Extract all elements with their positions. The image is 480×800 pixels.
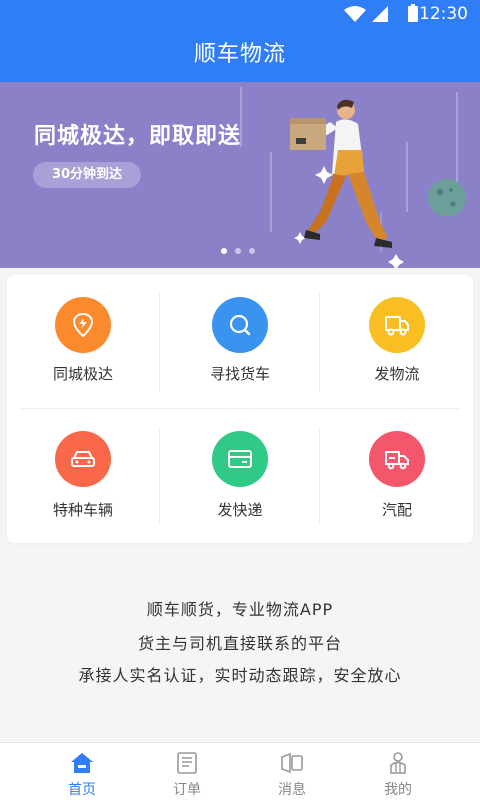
tab-label: 消息 (278, 782, 306, 798)
carousel-dot[interactable] (221, 248, 227, 254)
profile-icon (390, 752, 406, 774)
service-ship-logistics[interactable]: 发物流 (321, 275, 473, 409)
status-time: 12:30 (419, 4, 468, 24)
status-bar: 12:30 (0, 0, 480, 28)
truck-icon (369, 297, 425, 353)
carousel-dot[interactable] (235, 248, 241, 254)
promo-banner[interactable]: 同城极达，即取即送 30分钟到达 (0, 82, 480, 268)
delivery-truck-icon (369, 431, 425, 487)
service-find-truck[interactable]: 寻找货车 (164, 275, 316, 409)
slogan-line: 货主与司机直接联系的平台 (137, 634, 342, 653)
service-ship-express[interactable]: 发快递 (164, 409, 316, 543)
banner-badge: 30分钟到达 (33, 162, 141, 188)
search-icon (212, 297, 268, 353)
lightning-pin-icon (55, 297, 111, 353)
wifi-icon (344, 6, 366, 22)
service-grid: 同城极达 寻找货车 发物流 特种车辆 发快递 汽配 (7, 275, 473, 543)
tab-label: 我的 (384, 782, 412, 798)
divider (159, 427, 160, 525)
service-label: 发快递 (217, 501, 263, 519)
home-icon (71, 753, 93, 773)
divider (319, 427, 320, 525)
service-label: 发物流 (374, 365, 420, 383)
slogan-line: 顺车顺货，专业物流APP (146, 600, 334, 619)
tab-orders[interactable]: 订单 (137, 743, 237, 800)
divider (319, 291, 320, 391)
order-icon (177, 752, 197, 774)
tab-label: 订单 (173, 782, 201, 798)
car-icon (55, 431, 111, 487)
signal-icon (372, 6, 388, 22)
service-label: 同城极达 (52, 365, 113, 383)
bottom-tab-bar: 首页 订单 消息 我的 (0, 742, 480, 800)
tab-profile[interactable]: 我的 (348, 743, 448, 800)
battery-icon (408, 4, 418, 22)
tab-label: 首页 (68, 782, 96, 798)
package-icon (212, 431, 268, 487)
tab-messages[interactable]: 消息 (242, 743, 342, 800)
service-label: 特种车辆 (52, 501, 113, 519)
app-title: 顺车物流 (0, 28, 480, 82)
carousel-dot[interactable] (249, 248, 255, 254)
message-icon (281, 752, 303, 774)
slogan-line: 承接人实名认证，实时动态跟踪，安全放心 (78, 666, 402, 685)
service-special-vehicles[interactable]: 特种车辆 (7, 409, 159, 543)
divider (159, 291, 160, 391)
service-label: 寻找货车 (209, 365, 270, 383)
tab-home[interactable]: 首页 (32, 743, 132, 800)
service-auto-parts[interactable]: 汽配 (321, 409, 473, 543)
service-label: 汽配 (381, 501, 412, 519)
banner-title: 同城极达，即取即送 (34, 124, 242, 149)
courier-illustration (240, 87, 466, 268)
service-same-city-express[interactable]: 同城极达 (7, 275, 159, 409)
